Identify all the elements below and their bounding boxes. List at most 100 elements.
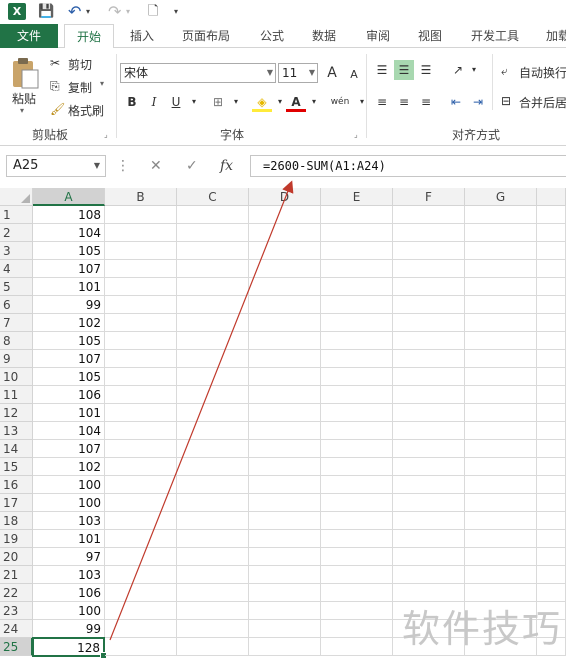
cell-b13[interactable]: [105, 422, 177, 440]
cell-d20[interactable]: [249, 548, 321, 566]
cell-f12[interactable]: [393, 404, 465, 422]
cell-e23[interactable]: [321, 602, 393, 620]
cell-b17[interactable]: [105, 494, 177, 512]
cell-a25[interactable]: 128: [32, 637, 107, 659]
cell-c14[interactable]: [177, 440, 249, 458]
cell-d14[interactable]: [249, 440, 321, 458]
cell-e4[interactable]: [321, 260, 393, 278]
cell-b19[interactable]: [105, 530, 177, 548]
cell-d16[interactable]: [249, 476, 321, 494]
cell-h5[interactable]: [537, 278, 566, 296]
cell-a2[interactable]: 104: [33, 224, 105, 242]
cell-f6[interactable]: [393, 296, 465, 314]
cell-e17[interactable]: [321, 494, 393, 512]
cell-a18[interactable]: 103: [33, 512, 105, 530]
cell-a22[interactable]: 106: [33, 584, 105, 602]
cell-d13[interactable]: [249, 422, 321, 440]
clipboard-launcher-icon[interactable]: ⌟: [104, 130, 108, 139]
row-header-18[interactable]: 18: [0, 512, 33, 530]
row-header-5[interactable]: 5: [0, 278, 33, 296]
cell-b1[interactable]: [105, 206, 177, 224]
cell-c1[interactable]: [177, 206, 249, 224]
row-header-12[interactable]: 12: [0, 404, 33, 422]
cell-c25[interactable]: [177, 638, 249, 656]
row-header-8[interactable]: 8: [0, 332, 33, 350]
paste-icon[interactable]: [10, 56, 40, 90]
cell-g9[interactable]: [465, 350, 537, 368]
cell-g10[interactable]: [465, 368, 537, 386]
cell-c2[interactable]: [177, 224, 249, 242]
cell-e20[interactable]: [321, 548, 393, 566]
cell-f7[interactable]: [393, 314, 465, 332]
cell-e19[interactable]: [321, 530, 393, 548]
insert-function-icon[interactable]: fx: [220, 155, 233, 177]
cell-c15[interactable]: [177, 458, 249, 476]
cell-f17[interactable]: [393, 494, 465, 512]
cell-h20[interactable]: [537, 548, 566, 566]
cell-b5[interactable]: [105, 278, 177, 296]
undo-dropdown-icon[interactable]: ▾: [86, 2, 90, 21]
cell-f8[interactable]: [393, 332, 465, 350]
font-name-combo[interactable]: 宋体 ▼: [120, 63, 276, 83]
cell-a13[interactable]: 104: [33, 422, 105, 440]
cell-h14[interactable]: [537, 440, 566, 458]
cell-d18[interactable]: [249, 512, 321, 530]
cell-g15[interactable]: [465, 458, 537, 476]
cell-a24[interactable]: 99: [33, 620, 105, 638]
cell-e25[interactable]: [321, 638, 393, 656]
cell-b6[interactable]: [105, 296, 177, 314]
font-size-combo[interactable]: 11 ▼: [278, 63, 318, 83]
cell-a23[interactable]: 100: [33, 602, 105, 620]
cell-a17[interactable]: 100: [33, 494, 105, 512]
cell-g13[interactable]: [465, 422, 537, 440]
select-all-button[interactable]: [0, 188, 33, 206]
column-header-e[interactable]: E: [321, 188, 393, 206]
cell-e11[interactable]: [321, 386, 393, 404]
cell-d8[interactable]: [249, 332, 321, 350]
cell-a1[interactable]: 108: [33, 206, 105, 224]
cell-g18[interactable]: [465, 512, 537, 530]
cell-h13[interactable]: [537, 422, 566, 440]
cell-a12[interactable]: 101: [33, 404, 105, 422]
format-painter-button[interactable]: 格式刷: [68, 102, 104, 119]
row-header-4[interactable]: 4: [0, 260, 33, 278]
cell-h1[interactable]: [537, 206, 566, 224]
cell-d3[interactable]: [249, 242, 321, 260]
cell-e9[interactable]: [321, 350, 393, 368]
formula-input[interactable]: =2600-SUM(A1:A24): [250, 155, 566, 177]
cell-c20[interactable]: [177, 548, 249, 566]
cell-f11[interactable]: [393, 386, 465, 404]
cell-c7[interactable]: [177, 314, 249, 332]
cell-a10[interactable]: 105: [33, 368, 105, 386]
cell-f5[interactable]: [393, 278, 465, 296]
column-header-c[interactable]: C: [177, 188, 249, 206]
row-header-16[interactable]: 16: [0, 476, 33, 494]
cell-b9[interactable]: [105, 350, 177, 368]
cell-d19[interactable]: [249, 530, 321, 548]
cell-g19[interactable]: [465, 530, 537, 548]
tab-developer[interactable]: 开发工具: [462, 24, 528, 48]
cell-h12[interactable]: [537, 404, 566, 422]
cell-f18[interactable]: [393, 512, 465, 530]
cell-e14[interactable]: [321, 440, 393, 458]
cell-d9[interactable]: [249, 350, 321, 368]
cell-b18[interactable]: [105, 512, 177, 530]
merge-center-button[interactable]: 合并后居: [519, 94, 566, 111]
redo-dropdown-icon[interactable]: ▾: [126, 2, 130, 21]
cell-f19[interactable]: [393, 530, 465, 548]
cell-b2[interactable]: [105, 224, 177, 242]
column-header-h[interactable]: [537, 188, 566, 206]
cell-h17[interactable]: [537, 494, 566, 512]
cell-d25[interactable]: [249, 638, 321, 656]
cell-d21[interactable]: [249, 566, 321, 584]
cell-e8[interactable]: [321, 332, 393, 350]
cell-d17[interactable]: [249, 494, 321, 512]
tab-home[interactable]: 开始: [64, 24, 114, 49]
cut-icon[interactable]: ✂: [50, 56, 60, 70]
cell-h3[interactable]: [537, 242, 566, 260]
align-right-icon[interactable]: ≡: [416, 92, 436, 112]
font-color-button[interactable]: A: [286, 92, 306, 112]
tab-file[interactable]: 文件: [0, 24, 58, 48]
copy-dropdown-icon[interactable]: ▾: [100, 79, 104, 88]
cell-c19[interactable]: [177, 530, 249, 548]
